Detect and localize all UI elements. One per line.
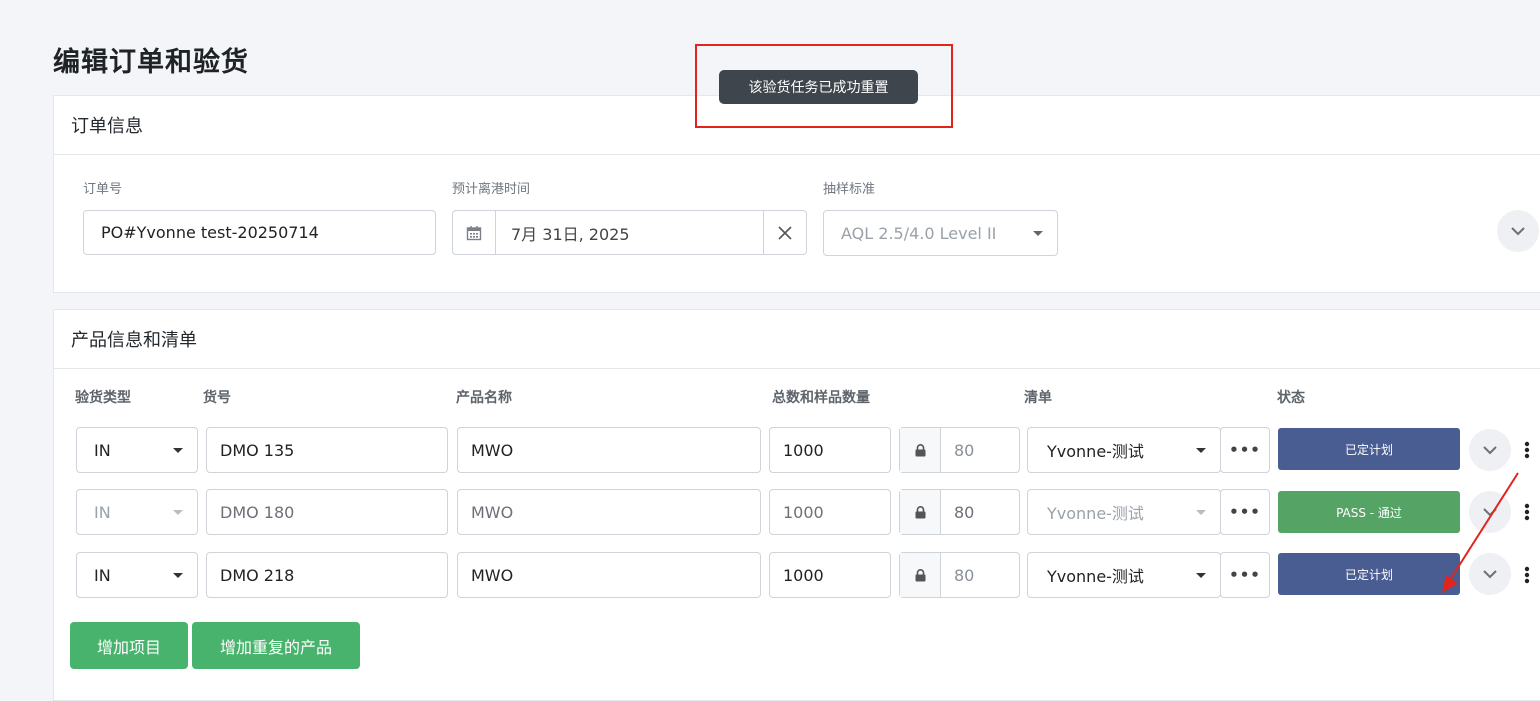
lock-icon[interactable] bbox=[900, 553, 941, 597]
page-title: 编辑订单和验货 bbox=[53, 47, 249, 78]
sampling-label: 抽样标准 bbox=[823, 182, 876, 197]
chevron-down-icon bbox=[1196, 510, 1206, 515]
chevron-down-icon bbox=[173, 510, 183, 515]
type-value: IN bbox=[94, 502, 111, 522]
chevron-down-icon bbox=[173, 573, 183, 578]
sku-value: DMO 135 bbox=[220, 440, 295, 460]
add-duplicate-label: 增加重复的产品 bbox=[219, 637, 332, 657]
total-qty-value: 1000 bbox=[783, 565, 824, 585]
chevron-down-icon bbox=[1511, 226, 1525, 235]
sampling-select[interactable]: AQL 2.5/4.0 Level II bbox=[823, 210, 1058, 256]
sku-value: DMO 218 bbox=[220, 565, 295, 585]
sku-input[interactable]: DMO 180 bbox=[206, 489, 448, 535]
product-name-input[interactable]: MWO bbox=[457, 552, 761, 598]
etd-label: 预计离港时间 bbox=[452, 182, 531, 197]
etd-value: 7月 31日, 2025 bbox=[511, 224, 630, 244]
product-name-input[interactable]: MWO bbox=[457, 427, 761, 473]
chevron-down-icon bbox=[1483, 445, 1497, 454]
sample-qty-group: 80 bbox=[899, 427, 1020, 473]
sample-qty-group: 80 bbox=[899, 489, 1020, 535]
status-label: PASS - 通过 bbox=[1336, 505, 1402, 520]
product-name-value: MWO bbox=[471, 440, 514, 460]
checklist-more-button[interactable]: ••• bbox=[1220, 552, 1270, 598]
chevron-down-icon bbox=[1033, 231, 1043, 236]
order-info-title: 订单信息 bbox=[71, 116, 143, 137]
status-label: 已定计划 bbox=[1344, 442, 1393, 457]
products-title: 产品信息和清单 bbox=[71, 330, 197, 351]
total-qty-value: 1000 bbox=[783, 502, 824, 522]
type-select[interactable]: IN bbox=[76, 552, 198, 598]
col-qty: 总数和样品数量 bbox=[772, 390, 870, 406]
sku-value: DMO 180 bbox=[220, 502, 295, 522]
type-value: IN bbox=[94, 565, 111, 585]
product-name-value: MWO bbox=[471, 565, 514, 585]
type-select[interactable]: IN bbox=[76, 427, 198, 473]
chevron-down-icon bbox=[173, 448, 183, 453]
etd-date-picker[interactable]: 7月 31日, 2025 bbox=[452, 210, 807, 255]
ellipsis-icon: ••• bbox=[1229, 441, 1261, 459]
calendar-icon[interactable] bbox=[453, 211, 496, 254]
total-qty-input[interactable]: 1000 bbox=[769, 427, 891, 473]
col-checklist: 清单 bbox=[1024, 390, 1052, 406]
close-icon[interactable] bbox=[763, 211, 806, 254]
checklist-more-button[interactable]: ••• bbox=[1220, 427, 1270, 473]
lock-icon[interactable] bbox=[900, 490, 941, 534]
lock-icon[interactable] bbox=[900, 428, 941, 472]
type-select[interactable]: IN bbox=[76, 489, 198, 535]
products-header: 产品信息和清单 bbox=[54, 310, 1540, 369]
order-expand-button[interactable] bbox=[1497, 210, 1539, 252]
total-qty-input[interactable]: 1000 bbox=[769, 489, 891, 535]
products-card: 产品信息和清单 验货类型 货号 产品名称 总数和样品数量 清单 状态 IN DM… bbox=[53, 309, 1540, 701]
product-name-input[interactable]: MWO bbox=[457, 489, 761, 535]
product-name-value: MWO bbox=[471, 502, 514, 522]
annotation-arrow bbox=[1442, 472, 1519, 593]
type-value: IN bbox=[94, 440, 111, 460]
checklist-select[interactable]: Yvonne-测试 bbox=[1027, 489, 1221, 535]
checklist-value: Yvonne-测试 bbox=[1047, 567, 1144, 586]
sample-qty-value: 80 bbox=[954, 440, 975, 460]
col-type: 验货类型 bbox=[75, 390, 131, 406]
col-sku: 货号 bbox=[203, 390, 231, 406]
checklist-value: Yvonne-测试 bbox=[1047, 442, 1144, 461]
col-status: 状态 bbox=[1277, 390, 1305, 406]
checklist-more-button[interactable]: ••• bbox=[1220, 489, 1270, 535]
col-name: 产品名称 bbox=[456, 390, 512, 406]
ellipsis-icon: ••• bbox=[1229, 566, 1261, 584]
add-item-label: 增加项目 bbox=[96, 637, 161, 657]
sku-input[interactable]: DMO 218 bbox=[206, 552, 448, 598]
sample-qty-group: 80 bbox=[899, 552, 1020, 598]
ellipsis-icon: ••• bbox=[1229, 503, 1261, 521]
sample-qty-value: 80 bbox=[954, 565, 975, 585]
add-duplicate-product-button[interactable]: 增加重复的产品 bbox=[192, 622, 360, 669]
add-item-button[interactable]: 增加项目 bbox=[70, 622, 188, 669]
order-no-value: PO#Yvonne test-20250714 bbox=[101, 223, 319, 242]
total-qty-value: 1000 bbox=[783, 440, 824, 460]
order-no-label: 订单号 bbox=[83, 182, 123, 197]
chevron-down-icon bbox=[1196, 573, 1206, 578]
highlight-box bbox=[695, 44, 953, 128]
sample-qty-value: 80 bbox=[954, 502, 975, 522]
checklist-value: Yvonne-测试 bbox=[1047, 504, 1144, 523]
sku-input[interactable]: DMO 135 bbox=[206, 427, 448, 473]
order-no-input[interactable]: PO#Yvonne test-20250714 bbox=[83, 210, 436, 255]
sampling-value: AQL 2.5/4.0 Level II bbox=[841, 223, 997, 243]
total-qty-input[interactable]: 1000 bbox=[769, 552, 891, 598]
checklist-select[interactable]: Yvonne-测试 bbox=[1027, 427, 1221, 473]
checklist-select[interactable]: Yvonne-测试 bbox=[1027, 552, 1221, 598]
status-label: 已定计划 bbox=[1344, 567, 1393, 582]
chevron-down-icon bbox=[1196, 448, 1206, 453]
